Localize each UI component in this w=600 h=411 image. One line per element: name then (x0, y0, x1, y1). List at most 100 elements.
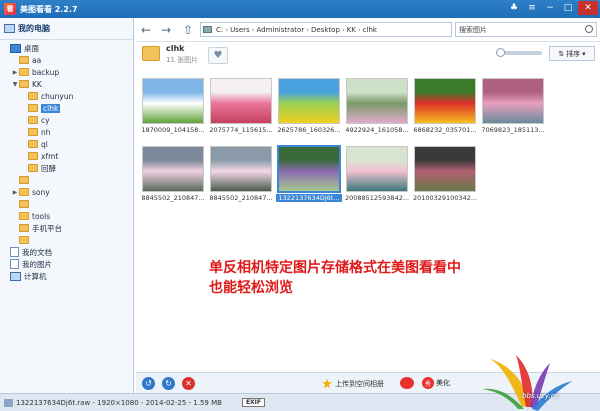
thumbnail-item[interactable]: 2625786_160326... (276, 76, 342, 134)
thumbnail-image[interactable] (346, 146, 408, 192)
forward-arrow-icon[interactable]: → (158, 22, 174, 38)
collapsed-arrow-icon[interactable]: ▶ (11, 189, 19, 196)
breadcrumb-item[interactable]: KK (347, 26, 356, 34)
rotate-right-icon[interactable]: ↻ (162, 377, 175, 390)
sidebar-item[interactable]: ▼ KK (0, 78, 133, 90)
sidebar-item[interactable]: ▶ backup (0, 66, 133, 78)
sidebar-item[interactable]: aa (0, 54, 133, 66)
thumbnail-image[interactable] (482, 78, 544, 124)
sort-icon: ⇅ (558, 49, 565, 58)
sidebar-item[interactable]: 手机平台 (0, 222, 133, 234)
thumbnail-image[interactable] (210, 146, 272, 192)
sidebar-item[interactable]: nh (0, 126, 133, 138)
thumbnail-grid: 1870009_104158... 2075774_115615... 262578… (136, 70, 600, 372)
thumbnail-item[interactable]: 1870009_104158... (140, 76, 206, 134)
thumbnail-item[interactable]: 7069823_185113... (480, 76, 546, 134)
thumbnail-image[interactable] (346, 78, 408, 124)
sidebar-item[interactable]: xfmt (0, 150, 133, 162)
thumbnail-item[interactable]: 8845502_210847... (140, 144, 206, 202)
folder-icon (19, 212, 29, 220)
menu-icon[interactable]: ≡ (524, 1, 540, 15)
maximize-button[interactable]: □ (560, 1, 576, 15)
breadcrumb-item[interactable]: Desktop (311, 26, 340, 34)
sidebar-item[interactable]: 桌面 (0, 42, 133, 54)
thumbnail-image[interactable] (414, 146, 476, 192)
sidebar-item-label: 我的文档 (22, 247, 52, 257)
breadcrumb-item[interactable]: C: (216, 26, 223, 34)
sidebar-item-label: 手机平台 (32, 223, 62, 233)
sidebar-item[interactable]: 计算机 (0, 270, 133, 282)
sidebar-item[interactable]: tools (0, 210, 133, 222)
close-button[interactable]: ✕ (578, 1, 598, 15)
sidebar-item-label: 回酵 (41, 163, 56, 173)
computer-icon (4, 24, 15, 33)
folder-icon (19, 236, 29, 244)
thumbnail-item[interactable]: 4922924_161058... (344, 76, 410, 134)
sort-button[interactable]: ⇅ 排序 ▾ (549, 46, 595, 61)
thumbnail-caption: 1322137634Dj6t... (276, 194, 342, 202)
folder-icon (28, 104, 38, 112)
sidebar-item[interactable] (0, 198, 133, 210)
folder-icon (19, 176, 29, 184)
thumbnail-item[interactable]: 20100329100342... (412, 144, 478, 202)
folder-tree: 桌面 aa ▶ backup ▼ KK chunyun clhk cy nh ql xfmt 回酵 ▶ so… (0, 40, 133, 282)
thumbnail-item[interactable]: 1322137634Dj6t... (276, 144, 342, 202)
sidebar-item[interactable]: chunyun (0, 90, 133, 102)
thumbnail-image[interactable] (278, 78, 340, 124)
sidebar-item[interactable]: 我的图片 (0, 258, 133, 270)
beautify-button[interactable]: 秀 美化 (422, 377, 450, 389)
sidebar-item[interactable] (0, 174, 133, 186)
sidebar-header[interactable]: 我的电脑 (0, 18, 133, 40)
breadcrumb-item[interactable]: Administrator (256, 26, 304, 34)
sidebar-item[interactable]: clhk (0, 102, 133, 114)
zoom-slider[interactable] (496, 48, 542, 57)
delete-icon[interactable]: ✕ (182, 377, 195, 390)
thumbnail-item[interactable]: 2075774_115615... (208, 76, 274, 134)
sidebar-item[interactable]: cy (0, 114, 133, 126)
slider-thumb[interactable] (496, 48, 505, 57)
minimize-button[interactable]: − (542, 1, 558, 15)
breadcrumb-separator-icon: › (357, 25, 361, 34)
thumbnail-image[interactable] (277, 145, 341, 193)
weibo-icon[interactable] (400, 377, 414, 389)
sidebar-item[interactable]: ▶ sony (0, 186, 133, 198)
sidebar-item[interactable]: 回酵 (0, 162, 133, 174)
breadcrumb-separator-icon: › (306, 25, 310, 34)
thumbnail-caption: 2075774_115615... (209, 126, 273, 134)
breadcrumb-item[interactable]: clhk (363, 26, 377, 34)
collapsed-arrow-icon[interactable]: ▶ (11, 69, 19, 76)
folder-icon (28, 92, 38, 100)
folder-header: clhk 11 张图片 ♥ ⇅ 排序 ▾ (136, 42, 600, 70)
up-folder-icon[interactable]: ⇧ (180, 22, 196, 38)
breadcrumb-item[interactable]: Users (230, 26, 250, 34)
watermark-logo (482, 355, 572, 411)
breadcrumb-separator-icon: › (341, 25, 345, 34)
rotate-left-icon[interactable]: ↺ (142, 377, 155, 390)
upload-album-button[interactable]: 上传到空间相册 (322, 377, 384, 390)
desktop-icon (10, 43, 21, 53)
thumbnail-image[interactable] (142, 146, 204, 192)
back-arrow-icon[interactable]: ← (138, 22, 154, 38)
thumbnail-image[interactable] (210, 78, 272, 124)
exif-badge[interactable]: EXIF (241, 398, 266, 407)
beautify-icon: 秀 (422, 377, 434, 389)
thumbnail-image[interactable] (142, 78, 204, 124)
search-input[interactable]: 搜索图片 (455, 22, 597, 37)
thumbnail-caption: 4922924_161058... (345, 126, 409, 134)
folder-icon (19, 224, 29, 232)
thumbnail-item[interactable]: 8845502_210847... (208, 144, 274, 202)
path-bar[interactable]: C: › Users › Administrator › Desktop › KK › clhk (200, 22, 452, 37)
expanded-arrow-icon[interactable]: ▼ (11, 81, 19, 88)
thumbnail-item[interactable]: 20088512593842... (344, 144, 410, 202)
search-icon[interactable] (585, 25, 593, 33)
favorite-heart-button[interactable]: ♥ (208, 47, 228, 64)
thumbnail-image[interactable] (414, 78, 476, 124)
sidebar-item-label: 计算机 (24, 271, 47, 281)
doc-icon (10, 259, 19, 269)
thumbnail-caption: 8845502_210847... (209, 194, 273, 202)
sidebar-item[interactable]: 我的文档 (0, 246, 133, 258)
thumbnail-item[interactable]: 6868232_035701... (412, 76, 478, 134)
sidebar-item[interactable] (0, 234, 133, 246)
skin-icon[interactable]: ♣ (506, 1, 522, 15)
sidebar-item[interactable]: ql (0, 138, 133, 150)
